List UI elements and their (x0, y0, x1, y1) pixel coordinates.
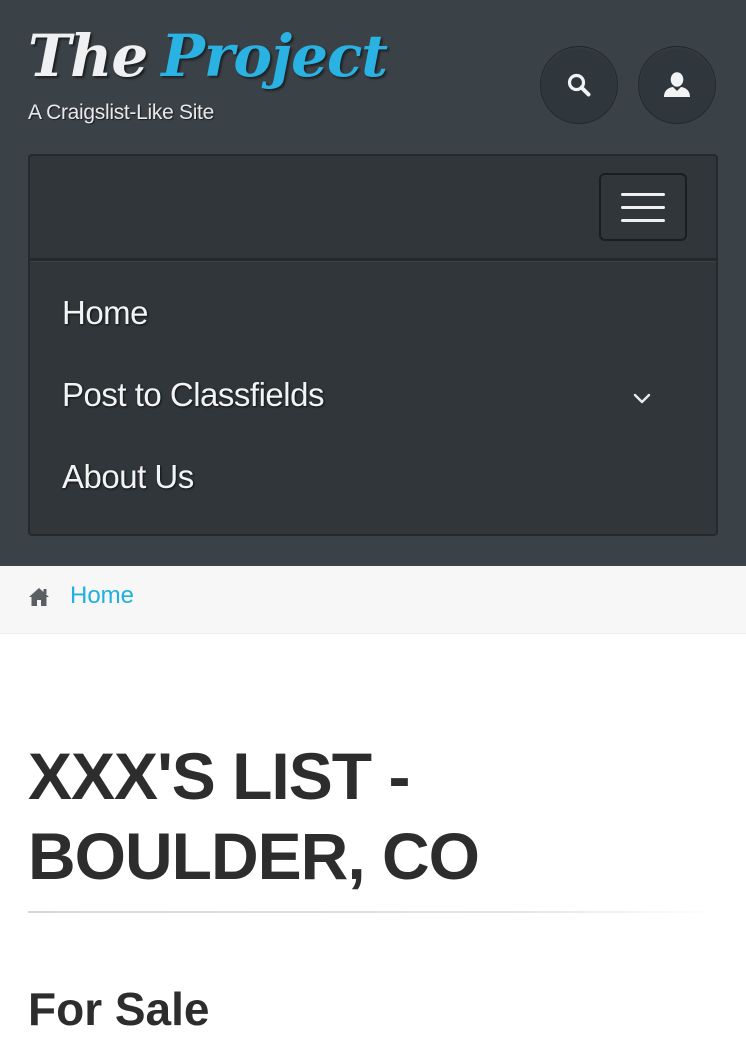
logo-word-project: Project (161, 22, 388, 90)
nav-item-post-to-classfields[interactable]: Post to Classfields (62, 376, 324, 414)
search-button[interactable] (540, 46, 618, 124)
nav-item-about-us[interactable]: About Us (62, 458, 194, 496)
logo-word-the: The (28, 22, 148, 90)
user-icon (664, 72, 690, 97)
hamburger-icon (621, 193, 665, 196)
user-account-button[interactable] (638, 46, 716, 124)
search-icon (567, 73, 591, 97)
logo-wordmark: The Project (28, 18, 388, 94)
page-title: XXX'S LIST - BOULDER, CO (28, 736, 718, 896)
hamburger-icon-bar (621, 206, 665, 209)
breadcrumb: Home (0, 566, 746, 634)
section-heading-for-sale: For Sale (28, 983, 210, 1035)
nav-item-home[interactable]: Home (62, 294, 149, 332)
navbar-top (30, 156, 716, 261)
title-divider (28, 911, 718, 913)
main-navigation: Home Post to Classfields About Us (28, 154, 718, 536)
breadcrumb-home-link[interactable]: Home (70, 582, 134, 610)
page-title-line-2: BOULDER, CO (28, 819, 480, 893)
chevron-down-icon[interactable] (632, 392, 652, 406)
page-title-line-1: XXX'S LIST - (28, 739, 410, 813)
site-logo[interactable]: The Project (28, 18, 388, 98)
home-icon (29, 588, 49, 606)
hamburger-icon-bar (621, 219, 665, 222)
nav-toggle-button[interactable] (599, 173, 687, 241)
site-tagline: A Craigslist-Like Site (28, 101, 214, 124)
site-header: The Project A Craigslist-Like Site Home P… (0, 0, 746, 566)
